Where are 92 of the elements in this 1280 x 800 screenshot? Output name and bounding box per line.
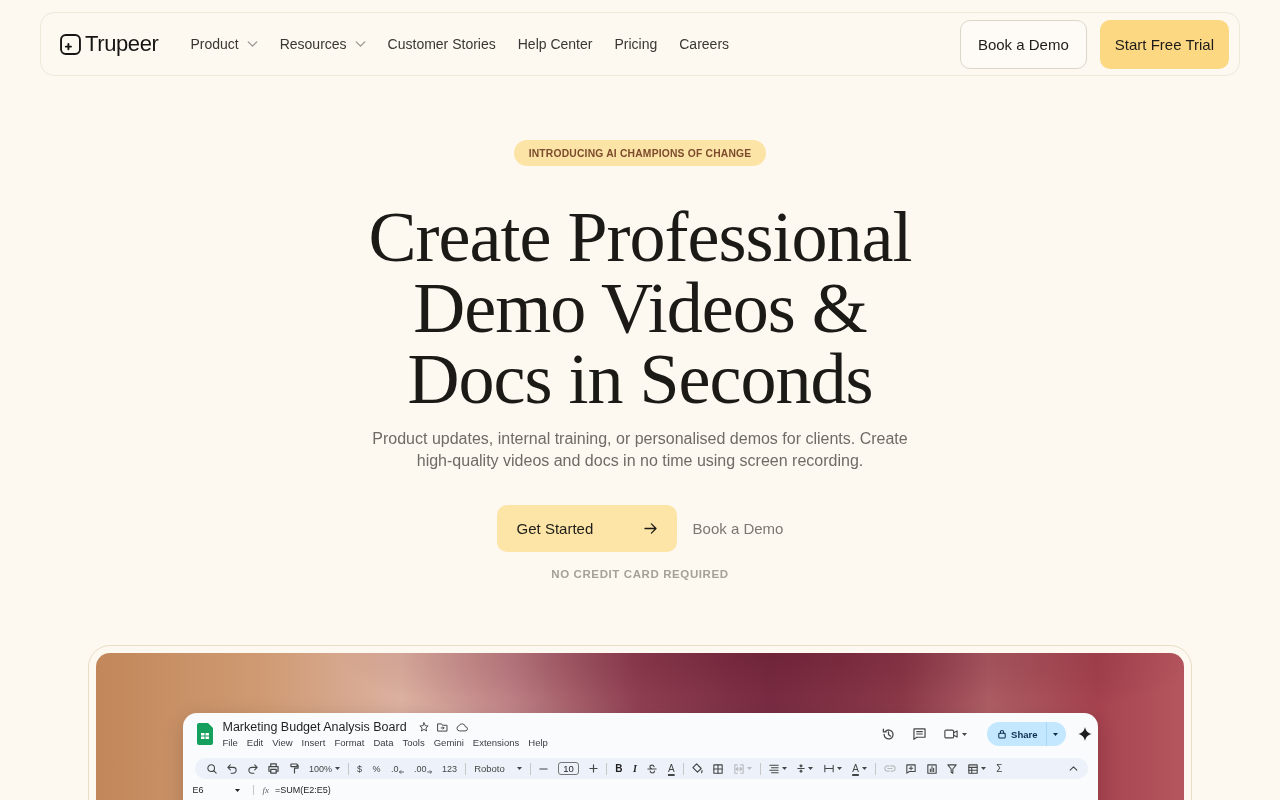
folder-icon[interactable]: [436, 722, 448, 732]
history-icon[interactable]: [882, 727, 896, 741]
table-dropdown[interactable]: [967, 763, 986, 774]
caret-icon: [962, 732, 968, 736]
caret-icon: [980, 767, 986, 770]
align-lines-icon: [768, 763, 779, 774]
fx-label: fx: [262, 785, 269, 795]
caret-icon: [746, 767, 752, 770]
menu-item[interactable]: Extensions: [472, 737, 520, 748]
start-trial-button[interactable]: Start Free Trial: [1099, 19, 1229, 69]
formula-field[interactable]: =SUM(E2:E5): [275, 785, 331, 795]
menu-item[interactable]: Insert: [301, 737, 326, 748]
vertical-align-icon: [797, 763, 806, 774]
menu-item[interactable]: Gemini: [433, 737, 464, 748]
logo-icon: [60, 33, 81, 55]
menu-item[interactable]: View: [272, 737, 293, 748]
nav-link[interactable]: Customer Stories: [387, 36, 496, 52]
vertical-align-dropdown[interactable]: [797, 763, 814, 774]
bold-toggle[interactable]: B: [615, 763, 623, 774]
menu-item[interactable]: Edit: [246, 737, 264, 748]
nav-link[interactable]: Help Center: [517, 36, 593, 52]
font-dropdown[interactable]: Roboto: [474, 763, 522, 774]
menu-item[interactable]: Tools: [402, 737, 425, 748]
menu-item[interactable]: File: [222, 737, 238, 748]
menu-item[interactable]: Help: [528, 737, 548, 748]
text-wrap-icon: [823, 764, 834, 773]
announcement-badge[interactable]: INTRODUCING AI CHAMPIONS OF CHANGE: [513, 140, 767, 166]
document-title[interactable]: Marketing Budget Analysis Board: [222, 720, 407, 734]
caret-icon: [836, 767, 842, 770]
caret-icon: [861, 767, 867, 770]
plus-icon[interactable]: [589, 764, 599, 773]
menu-item[interactable]: Data: [373, 737, 394, 748]
nav-link[interactable]: Careers: [679, 36, 730, 52]
arrow-left-icon: [398, 769, 404, 774]
chevron-up-icon[interactable]: [1068, 766, 1078, 771]
filter-icon[interactable]: [947, 763, 958, 774]
arrow-right-icon: [643, 523, 657, 534]
caret-icon: [335, 767, 341, 770]
cloud-icon: [455, 722, 468, 732]
caret-icon: [781, 767, 787, 770]
spreadsheet-icon[interactable]: [196, 723, 213, 745]
caret-icon: [516, 767, 522, 770]
zoom-dropdown[interactable]: 100%: [309, 763, 341, 774]
video-camera-icon: [944, 729, 959, 739]
comment-icon[interactable]: [913, 728, 927, 740]
number-format[interactable]: 123: [442, 763, 458, 774]
share-button[interactable]: Share: [987, 722, 1046, 746]
book-demo-button[interactable]: Book a Demo: [959, 19, 1087, 69]
table-icon: [967, 763, 978, 774]
paint-roller-icon[interactable]: [289, 763, 299, 774]
add-comment-icon[interactable]: [906, 763, 917, 774]
hero-heading: Create Professional Demo Videos & Docs in Seconds: [367, 202, 913, 415]
nav-link[interactable]: Product: [190, 36, 258, 52]
cell-name-field[interactable]: E6: [192, 785, 245, 795]
text-rotation-dropdown[interactable]: A: [852, 763, 867, 774]
chevron-down-icon: [246, 41, 258, 47]
nav-link[interactable]: Pricing: [614, 36, 658, 52]
italic-toggle[interactable]: I: [633, 763, 637, 774]
decrease-decimal[interactable]: .0: [391, 763, 404, 774]
caret-icon: [1052, 732, 1058, 736]
no-credit-card-note: NO CREDIT CARD REQUIRED: [551, 567, 729, 581]
lock-icon: [998, 729, 1007, 739]
font-size-field[interactable]: 10: [558, 762, 579, 775]
arrow-right-icon: [426, 769, 432, 774]
get-started-button[interactable]: Get Started: [496, 505, 677, 552]
sparkle-icon[interactable]: [1077, 727, 1092, 741]
home-logo[interactable]: Trupeer: [60, 31, 159, 57]
chart-icon[interactable]: [926, 763, 937, 774]
hero-subtitle: Product updates, internal training, or personalised demos for clients. Create high-quality videos and docs in no time using screen recording.: [371, 429, 909, 471]
align-lines-dropdown[interactable]: [768, 763, 787, 774]
printer-icon[interactable]: [268, 763, 279, 774]
caret-icon: [808, 767, 814, 770]
nav-link[interactable]: Resources: [279, 36, 366, 52]
strikethrough-icon[interactable]: [647, 763, 658, 774]
borders-icon[interactable]: [713, 763, 724, 774]
increase-decimal[interactable]: .00: [414, 763, 432, 774]
merge-cells-icon: [733, 763, 744, 774]
text-color-button[interactable]: A: [668, 763, 675, 774]
redo-icon[interactable]: [247, 763, 258, 774]
book-demo-link[interactable]: Book a Demo: [692, 520, 784, 537]
chevron-down-icon: [354, 41, 366, 47]
undo-icon[interactable]: [227, 763, 237, 774]
search-icon[interactable]: [206, 763, 217, 774]
text-wrap-dropdown[interactable]: [823, 764, 842, 773]
currency-format[interactable]: $: [357, 763, 363, 774]
caret-icon: [234, 788, 240, 792]
percent-format[interactable]: %: [372, 763, 381, 774]
star-icon[interactable]: [418, 722, 429, 732]
video-call-dropdown[interactable]: [944, 729, 968, 739]
paint-bucket-icon[interactable]: [691, 763, 703, 774]
menu-item[interactable]: Format: [334, 737, 365, 748]
functions-button[interactable]: Σ: [996, 763, 1003, 774]
